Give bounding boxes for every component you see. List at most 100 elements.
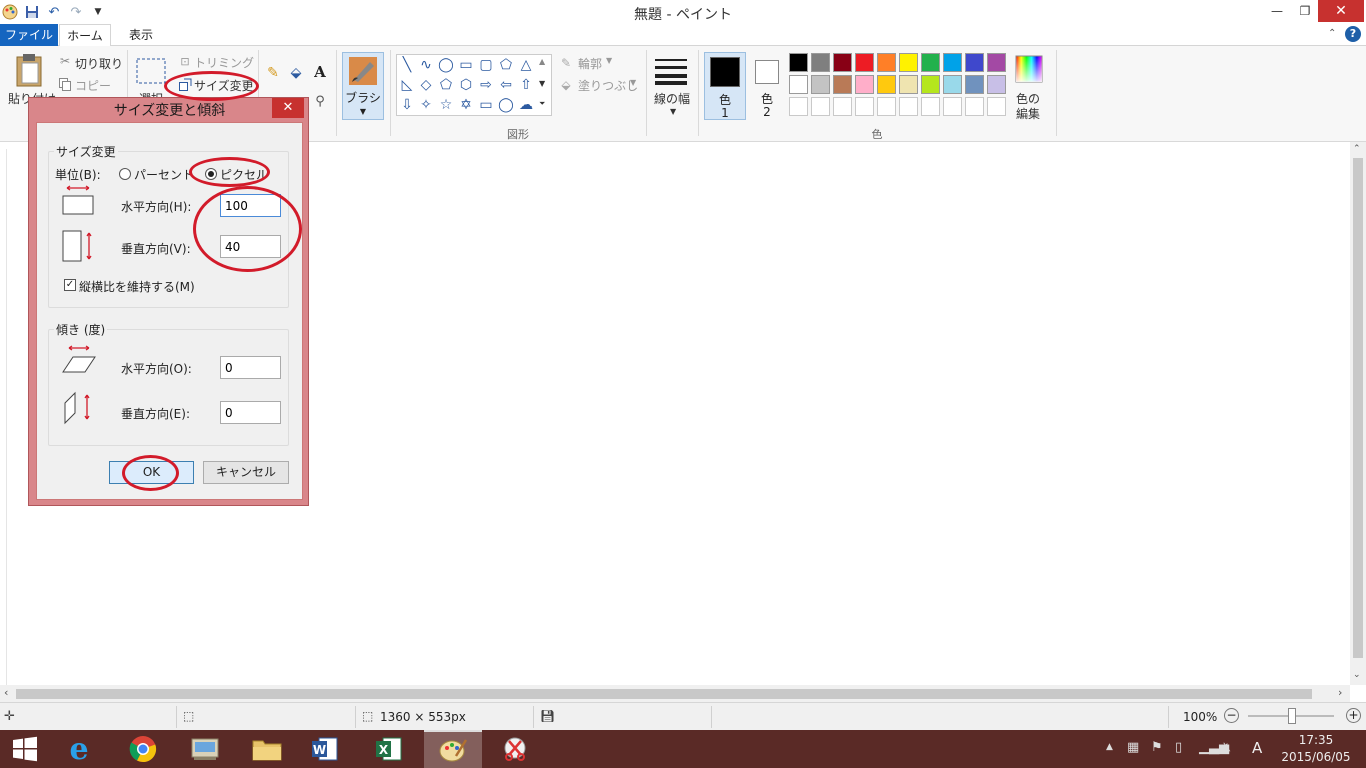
- help-icon[interactable]: ?: [1345, 26, 1361, 42]
- palette-swatch[interactable]: [987, 75, 1006, 94]
- palette-custom-slot[interactable]: [965, 97, 984, 116]
- left-arrow-shape-icon[interactable]: ⇦: [497, 76, 515, 94]
- line-width-button[interactable]: 線の幅: [654, 90, 690, 107]
- tab-home[interactable]: ホーム: [59, 24, 111, 47]
- show-hidden-icons[interactable]: ▲: [1106, 742, 1113, 752]
- restore-button[interactable]: ❐: [1290, 0, 1320, 22]
- control-panel-icon[interactable]: [176, 730, 234, 768]
- palette-swatch[interactable]: [789, 75, 808, 94]
- copy-button[interactable]: コピー: [75, 77, 111, 94]
- palette-swatch[interactable]: [943, 53, 962, 72]
- line-shape-icon[interactable]: ╲: [398, 56, 416, 74]
- tab-file[interactable]: ファイル: [0, 24, 58, 46]
- zoom-slider-thumb[interactable]: [1288, 708, 1296, 724]
- palette-custom-slot[interactable]: [987, 97, 1006, 116]
- paste-icon[interactable]: [12, 52, 46, 88]
- zoom-in-icon[interactable]: +: [1346, 708, 1361, 723]
- palette-swatch[interactable]: [833, 53, 852, 72]
- palette-custom-slot[interactable]: [899, 97, 918, 116]
- clock-date[interactable]: 2015/06/05: [1276, 750, 1356, 764]
- vertical-scrollbar[interactable]: ⌃ ⌄: [1350, 142, 1366, 685]
- gallery-more-icon[interactable]: ⏷: [539, 99, 545, 109]
- clock-time[interactable]: 17:35: [1276, 733, 1356, 747]
- palette-swatch[interactable]: [899, 75, 918, 94]
- percent-radio[interactable]: [119, 168, 131, 180]
- palette-custom-slot[interactable]: [811, 97, 830, 116]
- keep-ratio-label[interactable]: 縦横比を維持する(M): [79, 278, 195, 295]
- palette-swatch[interactable]: [833, 75, 852, 94]
- windows-start-icon[interactable]: [0, 730, 50, 768]
- select-icon[interactable]: [136, 58, 166, 84]
- collapse-ribbon-icon[interactable]: ⌃: [1328, 28, 1336, 39]
- palette-swatch[interactable]: [877, 53, 896, 72]
- chrome-icon[interactable]: [114, 730, 172, 768]
- palette-custom-slot[interactable]: [921, 97, 940, 116]
- palette-swatch[interactable]: [987, 53, 1006, 72]
- scroll-down-icon[interactable]: ⌄: [1353, 670, 1361, 680]
- file-explorer-icon[interactable]: [238, 730, 296, 768]
- five-point-star-shape-icon[interactable]: ☆: [437, 96, 455, 114]
- down-arrow-shape-icon[interactable]: ⇩: [398, 96, 416, 114]
- right-triangle-shape-icon[interactable]: ◺: [398, 76, 416, 94]
- palette-swatch[interactable]: [855, 75, 874, 94]
- percent-label[interactable]: パーセント: [134, 166, 194, 183]
- palette-swatch[interactable]: [965, 75, 984, 94]
- palette-swatch[interactable]: [965, 53, 984, 72]
- palette-swatch[interactable]: [811, 53, 830, 72]
- cancel-button[interactable]: キャンセル: [203, 461, 289, 484]
- flag-icon[interactable]: ⚑: [1151, 740, 1163, 755]
- polygon-shape-icon[interactable]: ⬠: [497, 56, 515, 74]
- palette-swatch[interactable]: [921, 53, 940, 72]
- outline-button[interactable]: 輪郭: [578, 55, 602, 72]
- callout-oval-shape-icon[interactable]: ◯: [497, 96, 515, 114]
- magnifier-icon[interactable]: ⚲: [311, 92, 329, 110]
- callout-cloud-shape-icon[interactable]: ☁: [517, 96, 535, 114]
- palette-swatch[interactable]: [855, 53, 874, 72]
- rectangle-shape-icon[interactable]: ▭: [457, 56, 475, 74]
- oval-shape-icon[interactable]: ◯: [437, 56, 455, 74]
- palette-custom-slot[interactable]: [943, 97, 962, 116]
- ime-indicator[interactable]: A: [1252, 739, 1262, 757]
- excel-icon[interactable]: X: [360, 730, 418, 768]
- scroll-left-icon[interactable]: ‹: [4, 686, 8, 699]
- paint-taskbar-icon[interactable]: [424, 730, 482, 768]
- palette-swatch[interactable]: [943, 75, 962, 94]
- palette-swatch[interactable]: [921, 75, 940, 94]
- palette-custom-slot[interactable]: [877, 97, 896, 116]
- horizontal-scroll-thumb[interactable]: [16, 689, 1312, 699]
- line-width-icon[interactable]: [654, 56, 688, 86]
- gallery-scroll-down-icon[interactable]: ▼: [539, 79, 545, 88]
- palette-custom-slot[interactable]: [789, 97, 808, 116]
- scroll-right-icon[interactable]: ›: [1338, 686, 1342, 699]
- curve-shape-icon[interactable]: ∿: [417, 56, 435, 74]
- zoom-slider[interactable]: [1248, 708, 1334, 724]
- six-point-star-shape-icon[interactable]: ✡: [457, 96, 475, 114]
- zoom-out-icon[interactable]: −: [1224, 708, 1239, 723]
- word-icon[interactable]: W: [296, 730, 354, 768]
- snipping-tool-icon[interactable]: [486, 730, 544, 768]
- triangle-shape-icon[interactable]: △: [517, 56, 535, 74]
- brushes-button[interactable]: ブラシ ▼: [342, 52, 384, 120]
- crop-button[interactable]: トリミング: [194, 54, 254, 71]
- color2-button[interactable]: 色 2: [750, 52, 784, 120]
- cut-button[interactable]: 切り取り: [75, 55, 123, 72]
- color1-button[interactable]: 色 1: [704, 52, 746, 120]
- palette-swatch[interactable]: [877, 75, 896, 94]
- palette-swatch[interactable]: [899, 53, 918, 72]
- gallery-scroll-up-icon[interactable]: ▲: [539, 57, 545, 66]
- power-icon[interactable]: ▯: [1175, 740, 1182, 755]
- rounded-rectangle-shape-icon[interactable]: ▢: [477, 56, 495, 74]
- action-center-icon[interactable]: ▦: [1127, 740, 1139, 755]
- keep-ratio-checkbox[interactable]: ✓: [64, 279, 76, 291]
- skew-vertical-input[interactable]: [220, 401, 281, 424]
- close-button[interactable]: ✕: [1318, 0, 1364, 22]
- pencil-icon[interactable]: ✎: [264, 64, 282, 82]
- internet-explorer-icon[interactable]: e: [50, 730, 108, 768]
- skew-horizontal-input[interactable]: [220, 356, 281, 379]
- palette-custom-slot[interactable]: [833, 97, 852, 116]
- diamond-shape-icon[interactable]: ◇: [417, 76, 435, 94]
- palette-custom-slot[interactable]: [855, 97, 874, 116]
- fill-bucket-icon[interactable]: ⬙: [287, 64, 305, 82]
- palette-swatch[interactable]: [789, 53, 808, 72]
- hexagon-shape-icon[interactable]: ⬡: [457, 76, 475, 94]
